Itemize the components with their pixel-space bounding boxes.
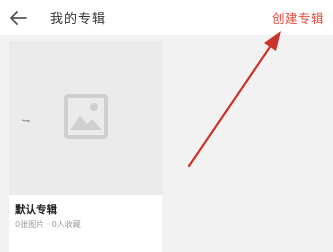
dot-mark <box>22 119 30 123</box>
album-stats: 0张图片 · 0人收藏 <box>15 220 81 229</box>
top-bar: 我的专辑 创建专辑 <box>0 0 333 35</box>
image-placeholder-icon <box>64 94 108 139</box>
album-grid: 默认专辑 0张图片 · 0人收藏 <box>0 35 333 252</box>
album-card[interactable]: 默认专辑 0张图片 · 0人收藏 <box>9 41 162 252</box>
album-cover <box>9 41 162 195</box>
album-name: 默认专辑 <box>15 204 57 216</box>
back-arrow-icon[interactable] <box>8 7 30 29</box>
create-album-button[interactable]: 创建专辑 <box>272 8 324 27</box>
page-title: 我的专辑 <box>50 12 107 27</box>
